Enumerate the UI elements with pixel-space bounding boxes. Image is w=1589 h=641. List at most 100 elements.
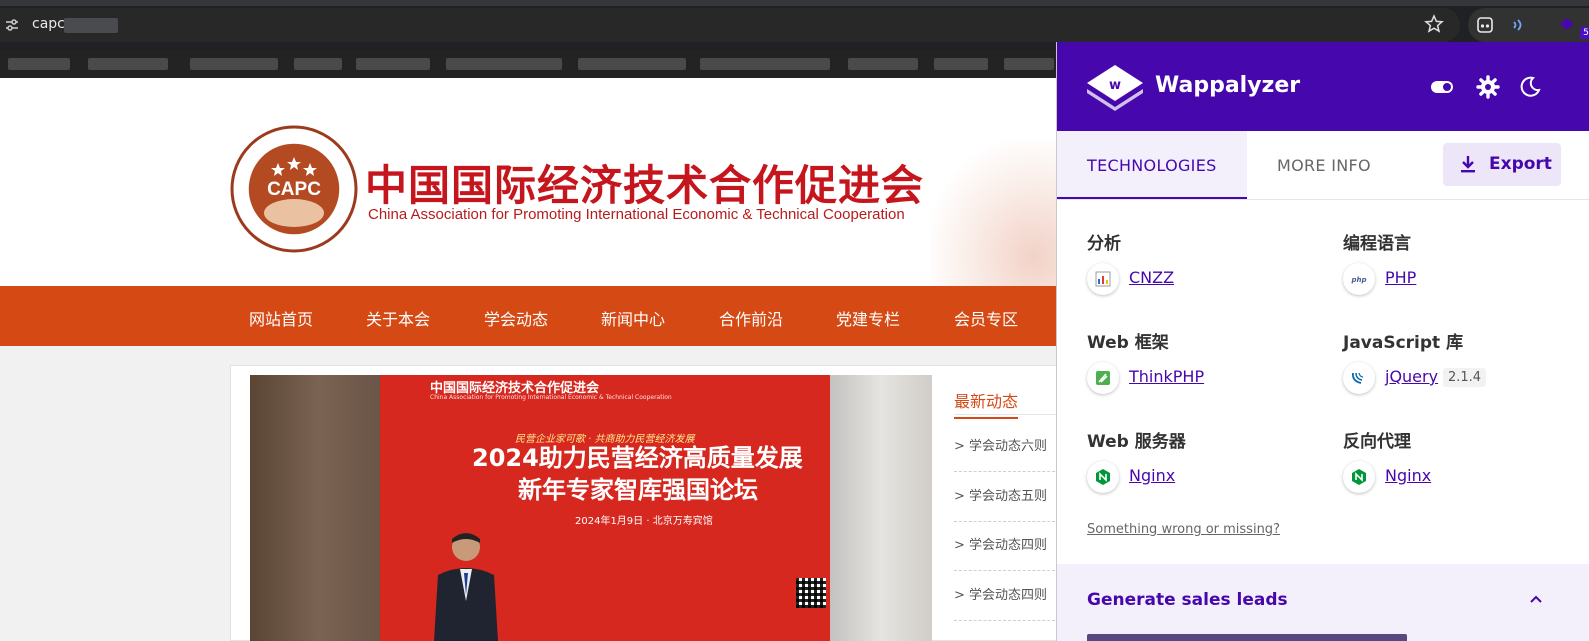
news-section-title[interactable]: 最新动态 — [954, 388, 1019, 419]
news-item[interactable]: > 学会动态四则 — [954, 571, 1060, 621]
category-name: 分析 — [1087, 234, 1121, 254]
logo-text: CAPC — [267, 179, 321, 200]
speaker-figure — [434, 533, 498, 641]
wappalyzer-header: w Wappalyzer — [1057, 42, 1589, 131]
header-decoration — [930, 140, 1060, 286]
sales-leads-title[interactable]: Generate sales leads — [1087, 590, 1288, 610]
category-name: JavaScript 库 — [1343, 333, 1464, 353]
nginx-icon — [1343, 461, 1375, 493]
tab-strip — [0, 0, 1589, 6]
export-button[interactable]: Export — [1443, 143, 1561, 186]
extension-badge: 5 — [1580, 27, 1589, 39]
sales-leads-panel[interactable]: Generate sales leads — [1057, 564, 1589, 641]
news-item-title[interactable]: > 学会动态五则 — [954, 485, 1047, 504]
url-text[interactable]: capc — [32, 16, 65, 32]
technology-link[interactable]: Nginx — [1385, 466, 1431, 485]
technology-link[interactable]: PHP — [1385, 268, 1416, 287]
wappalyzer-extension-icon[interactable] — [1558, 16, 1576, 34]
category-javascript-libraries: JavaScript 库 jQuery 2.1.4 — [1343, 328, 1583, 418]
nav-item-cooperation[interactable]: 合作前沿 — [719, 306, 783, 330]
bookmark-item[interactable] — [356, 58, 430, 70]
banner-org-english: China Association for Promoting Internat… — [430, 394, 672, 401]
site-title-english: China Association for Promoting Internat… — [368, 206, 905, 223]
svg-text:w: w — [1109, 78, 1121, 93]
category-name: 反向代理 — [1343, 432, 1411, 452]
thinkphp-icon — [1087, 362, 1119, 394]
qr-code — [796, 578, 826, 608]
wappalyzer-logo-icon: w — [1087, 65, 1143, 111]
category-reverse-proxies: 反向代理 Nginx — [1343, 427, 1583, 517]
bookmark-star-icon[interactable] — [1424, 14, 1444, 34]
news-item[interactable]: > 学会动态六则 — [954, 422, 1060, 472]
read-aloud-icon[interactable] — [1510, 16, 1528, 34]
news-item[interactable]: > 学会动态五则 — [954, 472, 1060, 522]
bookmark-item[interactable] — [88, 58, 168, 70]
site-header: CAPC 中国国际经济技术合作促进会 China Association for… — [0, 80, 1060, 286]
tab-technologies-label[interactable]: TECHNOLOGIES — [1087, 156, 1217, 175]
download-icon — [1461, 156, 1475, 173]
photo-background — [830, 375, 932, 641]
category-name: Web 框架 — [1087, 333, 1169, 353]
bookmark-item[interactable] — [1004, 58, 1054, 70]
nav-item-association-news[interactable]: 学会动态 — [484, 306, 548, 330]
web-page: CAPC 中国国际经济技术合作促进会 China Association for… — [0, 80, 1060, 641]
latest-news: 最新动态 > 学会动态六则 > 学会动态五则 > 学会动态四则 > 学会动态四则 — [954, 388, 1060, 641]
export-label[interactable]: Export — [1489, 154, 1552, 174]
site-info-icon[interactable] — [4, 17, 20, 33]
technology-version: 2.1.4 — [1443, 368, 1487, 387]
news-carousel-image[interactable]: 中国国际经济技术合作促进会 China Association for Prom… — [250, 375, 932, 641]
extension-icon[interactable] — [1476, 16, 1494, 34]
nav-item-home[interactable]: 网站首页 — [249, 306, 313, 330]
bookmark-item[interactable] — [8, 58, 70, 70]
banner-date: 2024年1月9日 · 北京万寿宾馆 — [575, 516, 713, 527]
nav-item-news-center[interactable]: 新闻中心 — [601, 306, 665, 330]
bookmark-item[interactable] — [700, 58, 830, 70]
url-redacted — [64, 18, 118, 33]
chevron-up-icon[interactable] — [1529, 592, 1543, 606]
technology-link[interactable]: CNZZ — [1129, 268, 1174, 287]
wappalyzer-tabs: TECHNOLOGIES MORE INFO Export — [1057, 131, 1589, 200]
extensions-area — [1468, 8, 1589, 42]
tab-more-info[interactable]: MORE INFO — [1247, 131, 1400, 199]
category-name: 编程语言 — [1343, 234, 1411, 254]
php-icon: php — [1343, 263, 1375, 295]
bookmark-item[interactable] — [190, 58, 278, 70]
banner-headline: 2024助力民营经济高质量发展 — [472, 444, 803, 472]
bookmark-item[interactable] — [848, 58, 918, 70]
settings-gear-icon[interactable] — [1476, 75, 1500, 99]
dark-mode-moon-icon[interactable] — [1518, 75, 1542, 99]
tab-more-info-label[interactable]: MORE INFO — [1277, 156, 1371, 175]
category-web-framework: Web 框架 ThinkPHP — [1087, 328, 1327, 418]
wappalyzer-brand: Wappalyzer — [1155, 73, 1301, 98]
news-item-title[interactable]: > 学会动态四则 — [954, 584, 1047, 603]
banner-subheadline: 新年专家智库强国论坛 — [518, 476, 758, 504]
report-issue-link[interactable]: Something wrong or missing? — [1087, 522, 1280, 537]
technology-link[interactable]: Nginx — [1129, 466, 1175, 485]
bookmark-item[interactable] — [294, 58, 342, 70]
category-name: Web 服务器 — [1087, 432, 1186, 452]
address-bar[interactable]: capc — [0, 8, 1460, 42]
category-analytics: 分析 CNZZ — [1087, 229, 1327, 319]
technology-link[interactable]: jQuery — [1385, 367, 1438, 386]
news-item[interactable]: > 学会动态四则 — [954, 521, 1060, 571]
bookmark-item[interactable] — [446, 58, 562, 70]
bookmark-item[interactable] — [934, 58, 988, 70]
site-navigation: 网站首页 关于本会 学会动态 新闻中心 合作前沿 党建专栏 会员专区 — [0, 286, 1060, 346]
nav-item-about[interactable]: 关于本会 — [366, 306, 430, 330]
capc-logo[interactable]: CAPC — [230, 125, 358, 253]
toggle-icon[interactable] — [1430, 75, 1454, 99]
jquery-icon — [1343, 362, 1375, 394]
news-item-title[interactable]: > 学会动态四则 — [954, 534, 1047, 553]
category-programming-languages: 编程语言 php PHP — [1343, 229, 1583, 319]
news-item-title[interactable]: > 学会动态六则 — [954, 435, 1047, 454]
category-web-servers: Web 服务器 Nginx — [1087, 427, 1327, 517]
bookmark-item[interactable] — [578, 58, 686, 70]
nav-item-party[interactable]: 党建专栏 — [836, 306, 900, 330]
nav-item-members[interactable]: 会员专区 — [954, 306, 1018, 330]
svg-text:php: php — [1350, 276, 1366, 284]
tab-technologies[interactable]: TECHNOLOGIES — [1057, 131, 1247, 199]
technology-link[interactable]: ThinkPHP — [1129, 367, 1204, 386]
site-title-chinese: 中国国际经济技术合作促进会 — [365, 161, 925, 210]
sales-leads-text-clipped — [1087, 628, 1407, 641]
nginx-icon — [1087, 461, 1119, 493]
